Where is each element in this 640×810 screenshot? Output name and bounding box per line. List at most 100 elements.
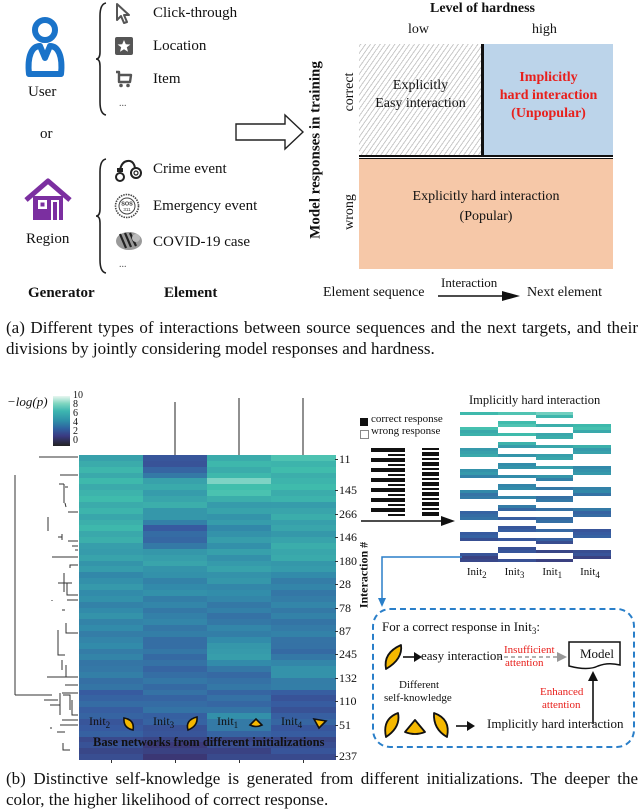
implicit-column-label: Init2 xyxy=(467,566,487,580)
row-tick-mark xyxy=(335,513,338,515)
row-tick-label: 145 xyxy=(339,483,357,498)
binary-cell xyxy=(388,484,405,486)
binary-cell xyxy=(371,470,388,472)
star-location-icon xyxy=(115,37,133,55)
column-tick-mark xyxy=(239,760,240,763)
binary-cell xyxy=(388,504,405,506)
legend-wrong-swatch xyxy=(360,430,369,439)
cell-implicit-line2: hard interaction xyxy=(499,88,598,103)
implicit-cell xyxy=(497,517,536,520)
binary-cell xyxy=(422,484,439,486)
leaf-init2-icon xyxy=(384,712,400,738)
column-label-name: Init xyxy=(281,714,298,728)
shopping-cart-icon xyxy=(116,70,133,88)
binary-cell xyxy=(422,498,439,500)
legend-correct-swatch xyxy=(360,418,368,426)
element-covid-case: COVID-19 case xyxy=(153,234,251,250)
colorbar xyxy=(53,396,70,446)
cell-explicit-line2: (Popular) xyxy=(459,209,513,224)
implicit-column-label-name: Init xyxy=(580,566,596,578)
element-item: Item xyxy=(153,71,181,87)
implicit-hard-matrix xyxy=(460,412,611,562)
row-tick-label: 245 xyxy=(339,647,357,662)
implicit-cell xyxy=(460,454,498,457)
binary-cell xyxy=(388,494,405,496)
implicit-cell xyxy=(460,496,498,499)
column-label-name: Init xyxy=(153,714,170,728)
binary-cell xyxy=(388,470,405,472)
implicit-cell xyxy=(573,556,611,559)
binary-cell xyxy=(388,490,405,492)
implicit-cell xyxy=(460,538,498,541)
implicit-cell xyxy=(497,487,536,490)
flow-arrow-label: Interaction xyxy=(441,275,498,290)
implicit-cell xyxy=(497,496,536,499)
dashed-gray-arrow-icon xyxy=(497,652,567,662)
element-more-region: ... xyxy=(119,259,127,270)
column-label: Init4 xyxy=(281,714,302,730)
implicit-cell xyxy=(460,517,498,520)
binary-cell xyxy=(422,478,439,480)
cell-explicitly-hard: Explicitly hard interaction (Popular) xyxy=(359,159,613,269)
implicit-cell xyxy=(497,433,536,436)
handcuffs-icon xyxy=(115,159,142,182)
binary-cell xyxy=(388,454,405,456)
blue-connector-arrow xyxy=(378,556,462,607)
user-icon xyxy=(25,17,65,77)
column-label-sub: 3 xyxy=(169,720,175,730)
element-crime-event: Crime event xyxy=(153,161,227,177)
box-different-line1: Different xyxy=(399,679,440,691)
column-label: Init3 xyxy=(153,714,174,730)
implicit-column-label-name: Init xyxy=(542,566,558,578)
horizontal-divider xyxy=(359,155,613,157)
implicit-cell xyxy=(460,433,498,436)
binary-cell xyxy=(388,464,405,466)
leaf-shape-icon xyxy=(248,717,264,728)
house-icon xyxy=(24,178,72,220)
implicit-column-label-sub: 1 xyxy=(557,570,563,580)
box-implicit-label: Implicitly hard interaction xyxy=(487,716,624,731)
implicit-cell xyxy=(573,514,611,517)
caption-b: (b) Distinctive self-knowledge is genera… xyxy=(6,768,638,810)
column-label-sub: 4 xyxy=(297,720,303,730)
row-tick-label: 28 xyxy=(339,577,351,592)
row-tick-mark xyxy=(335,537,338,539)
row-tick-mark xyxy=(335,490,338,492)
implicit-cell xyxy=(535,487,574,490)
colorbar-label: −log(p) xyxy=(7,394,48,409)
row-tick-label: 146 xyxy=(339,530,357,545)
generator-user-label: User xyxy=(28,84,57,100)
implicit-cell xyxy=(535,520,574,523)
row-correct-label: correct xyxy=(342,72,357,112)
heatmap-y-axis-title: Interaction # xyxy=(356,541,371,609)
implicit-cell xyxy=(535,478,574,481)
row-tick-label: 180 xyxy=(339,553,357,568)
element-header: Element xyxy=(164,285,218,301)
column-label-name: Init xyxy=(217,714,234,728)
binary-cell xyxy=(422,494,439,496)
implicit-cell xyxy=(460,412,498,415)
row-tick-mark xyxy=(335,677,338,679)
implicit-cell xyxy=(460,475,498,478)
row-tick-label: 132 xyxy=(339,670,357,685)
implicit-cell xyxy=(535,436,574,439)
binary-cell xyxy=(422,508,439,510)
box-enhanced-line1: Enhanced xyxy=(540,686,584,698)
row-tick-label: 11 xyxy=(339,451,351,466)
row-tick-mark xyxy=(335,607,338,609)
implicit-column-label-sub: 3 xyxy=(519,570,525,580)
row-tick-label: 51 xyxy=(339,717,351,732)
row-tick-label: 237 xyxy=(339,749,357,764)
leaf-shape-icon xyxy=(186,716,198,732)
element-emergency-event: Emergency event xyxy=(153,198,258,214)
row-tick-mark xyxy=(335,756,338,758)
box-title-text: For a correct response in Init xyxy=(382,619,532,634)
implicit-column-label-sub: 2 xyxy=(482,570,487,580)
implicit-cell xyxy=(497,466,536,469)
or-label: or xyxy=(40,126,53,142)
implicit-cell xyxy=(535,424,574,427)
column-tick-mark xyxy=(175,760,176,763)
column-label-name: Init xyxy=(89,714,106,728)
cell-implicit-line1: Implicitly xyxy=(519,70,578,85)
heatmap-x-axis-title: Base networks from different initializat… xyxy=(93,735,325,749)
